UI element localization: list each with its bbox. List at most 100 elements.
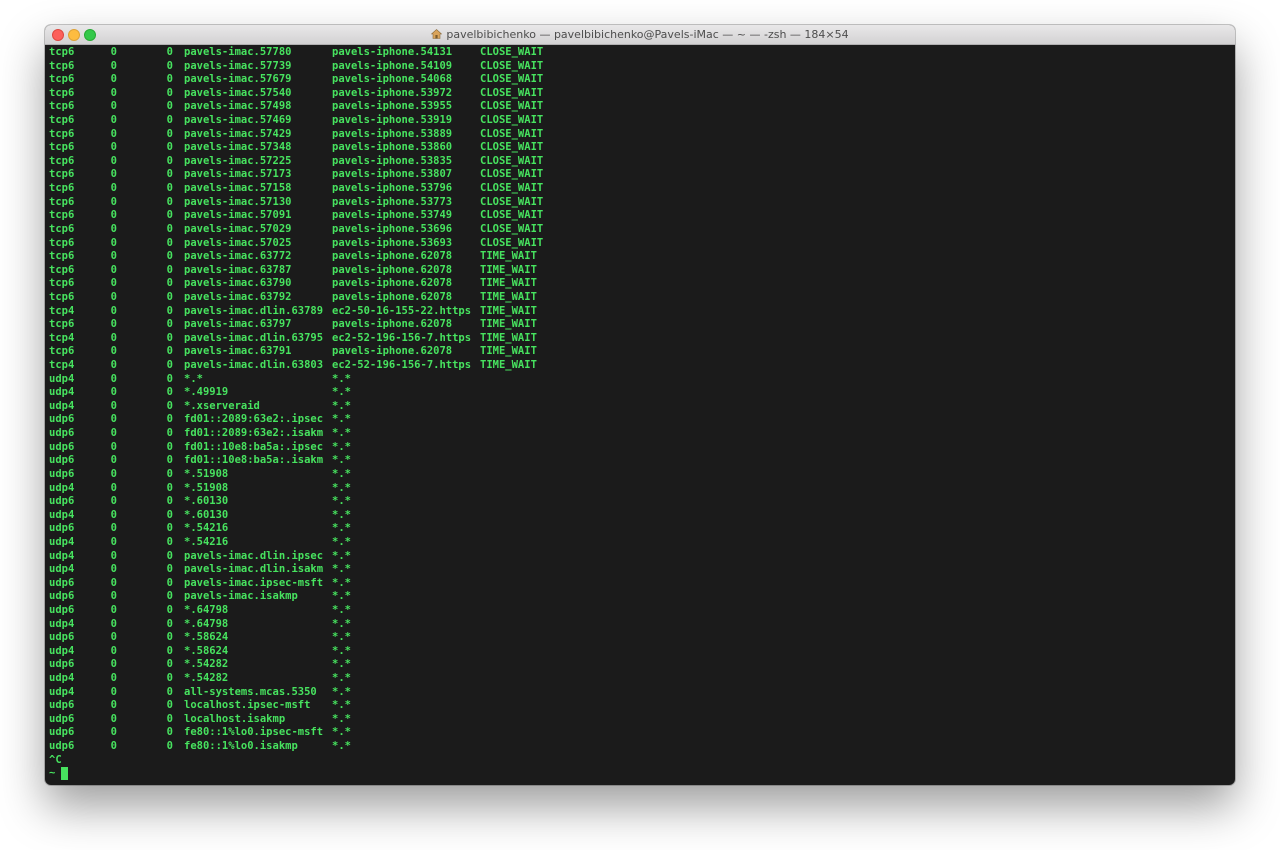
cell-foreign-address: *.* [332, 467, 351, 480]
cell-state: TIME_WAIT [480, 290, 537, 303]
cell-local-address: pavels-imac.dlin.isakm [184, 563, 324, 576]
terminal-row: tcp6 0 0 pavels-imac.57158 pavels-iphone.537… [49, 182, 1235, 196]
cell-foreign-address: pavels-iphone.53749 [332, 209, 453, 222]
cell-recv-q: 0 [110, 318, 117, 331]
cell-recv-q: 0 [110, 563, 117, 576]
cell-state: CLOSE_WAIT [480, 141, 544, 154]
cell-foreign-address: *.* [332, 617, 351, 630]
cell-proto: udp4 [49, 549, 75, 562]
cell-local-address: pavels-imac.57158 [184, 182, 292, 195]
cell-proto: udp6 [49, 740, 75, 753]
cell-send-q: 0 [166, 114, 173, 127]
cell-state: TIME_WAIT [480, 345, 537, 358]
cell-foreign-address: *.* [332, 590, 351, 603]
terminal-row: tcp6 0 0 pavels-imac.57429 pavels-iphone.538… [49, 128, 1235, 142]
terminal-row: udp6 0 0 fe80::1%lo0.isakmp *.* [49, 740, 1235, 754]
cell-foreign-address: *.* [332, 549, 351, 562]
cell-proto: udp6 [49, 495, 75, 508]
terminal-row: tcp6 0 0 pavels-imac.57739 pavels-iphone.541… [49, 60, 1235, 74]
cell-foreign-address: *.* [332, 712, 351, 725]
cell-proto: udp6 [49, 603, 75, 616]
terminal-row: tcp4 0 0 pavels-imac.dlin.63789 ec2-50-16-15… [49, 305, 1235, 319]
cell-foreign-address: pavels-iphone.53773 [332, 195, 453, 208]
cell-state: CLOSE_WAIT [480, 73, 544, 86]
cell-local-address: *.64798 [184, 617, 229, 630]
cell-proto: udp4 [49, 644, 75, 657]
cell-recv-q: 0 [110, 672, 117, 685]
cell-state: TIME_WAIT [480, 359, 537, 372]
cell-local-address: *.54282 [184, 658, 229, 671]
cell-send-q: 0 [166, 712, 173, 725]
cell-recv-q: 0 [110, 740, 117, 753]
cell-send-q: 0 [166, 440, 173, 453]
cell-proto: tcp6 [49, 209, 75, 222]
cell-foreign-address: *.* [332, 522, 351, 535]
cell-proto: tcp6 [49, 46, 75, 58]
cell-foreign-address: pavels-iphone.54131 [332, 46, 453, 58]
terminal-row: udp4 0 0 pavels-imac.dlin.isakm *.* [49, 563, 1235, 577]
cell-foreign-address: *.* [332, 508, 351, 521]
terminal-row: tcp4 0 0 pavels-imac.dlin.63795 ec2-52-196-1… [49, 332, 1235, 346]
cell-foreign-address: *.* [332, 399, 351, 412]
cell-proto: tcp6 [49, 250, 75, 263]
cell-foreign-address: pavels-iphone.53860 [332, 141, 453, 154]
cell-proto: udp6 [49, 712, 75, 725]
terminal-row: udp6 0 0 fd01::10e8:ba5a:.ipsec *.* [49, 441, 1235, 455]
cell-recv-q: 0 [110, 331, 117, 344]
cell-proto: udp4 [49, 399, 75, 412]
cell-local-address: *.49919 [184, 386, 229, 399]
terminal-row: udp4 0 0 *.54216 *.* [49, 536, 1235, 550]
cell-recv-q: 0 [110, 508, 117, 521]
cell-foreign-address: *.* [332, 685, 351, 698]
cell-local-address: pavels-imac.57780 [184, 46, 292, 58]
cell-recv-q: 0 [110, 535, 117, 548]
terminal-row: udp4 0 0 all-systems.mcas.5350 *.* [49, 686, 1235, 700]
terminal-row: tcp6 0 0 pavels-imac.63792 pavels-iphone.620… [49, 291, 1235, 305]
cell-local-address: pavels-imac.63772 [184, 250, 292, 263]
cell-recv-q: 0 [110, 154, 117, 167]
cell-recv-q: 0 [110, 372, 117, 385]
prompt-line[interactable]: ~ [49, 767, 1235, 781]
cell-recv-q: 0 [110, 726, 117, 739]
cell-proto: tcp6 [49, 182, 75, 195]
cell-recv-q: 0 [110, 127, 117, 140]
cell-local-address: pavels-imac.57173 [184, 168, 292, 181]
cell-send-q: 0 [166, 209, 173, 222]
terminal-row: udp6 0 0 fd01::2089:63e2:.ipsec *.* [49, 413, 1235, 427]
cell-foreign-address: pavels-iphone.53972 [332, 86, 453, 99]
cell-recv-q: 0 [110, 59, 117, 72]
cell-recv-q: 0 [110, 236, 117, 249]
cell-foreign-address: *.* [332, 740, 351, 753]
cell-recv-q: 0 [110, 454, 117, 467]
cell-local-address: pavels-imac.57498 [184, 100, 292, 113]
cell-recv-q: 0 [110, 263, 117, 276]
cell-recv-q: 0 [110, 46, 117, 58]
terminal-output[interactable]: tcp6 0 0 pavels-imac.57780 pavels-iphone.541… [49, 46, 1235, 785]
cell-local-address: pavels-imac.57029 [184, 222, 292, 235]
cell-proto: tcp6 [49, 345, 75, 358]
cell-proto: udp4 [49, 685, 75, 698]
terminal-row: udp6 0 0 fe80::1%lo0.ipsec-msft *.* [49, 726, 1235, 740]
cell-proto: udp6 [49, 467, 75, 480]
cell-foreign-address: *.* [332, 603, 351, 616]
cell-recv-q: 0 [110, 86, 117, 99]
cell-proto: tcp6 [49, 277, 75, 290]
terminal-row: udp4 0 0 *.58624 *.* [49, 645, 1235, 659]
cell-recv-q: 0 [110, 290, 117, 303]
terminal-row: udp4 0 0 *.54282 *.* [49, 672, 1235, 686]
cell-proto: udp4 [49, 672, 75, 685]
cell-local-address: fe80::1%lo0.isakmp [184, 740, 298, 753]
cell-send-q: 0 [166, 141, 173, 154]
terminal-row: tcp6 0 0 pavels-imac.57679 pavels-iphone.540… [49, 73, 1235, 87]
cell-send-q: 0 [166, 672, 173, 685]
terminal-row: tcp6 0 0 pavels-imac.63790 pavels-iphone.620… [49, 277, 1235, 291]
cell-foreign-address: *.* [332, 495, 351, 508]
terminal-row: udp4 0 0 *.49919 *.* [49, 386, 1235, 400]
terminal-row: udp6 0 0 fd01::10e8:ba5a:.isakm *.* [49, 454, 1235, 468]
cell-send-q: 0 [166, 331, 173, 344]
cell-local-address: fd01::10e8:ba5a:.isakm [184, 454, 324, 467]
cell-local-address: pavels-imac.dlin.63795 [184, 331, 324, 344]
cell-foreign-address: pavels-iphone.53796 [332, 182, 453, 195]
terminal-row: tcp6 0 0 pavels-imac.63791 pavels-iphone.620… [49, 345, 1235, 359]
terminal-row: tcp6 0 0 pavels-imac.63787 pavels-iphone.620… [49, 264, 1235, 278]
